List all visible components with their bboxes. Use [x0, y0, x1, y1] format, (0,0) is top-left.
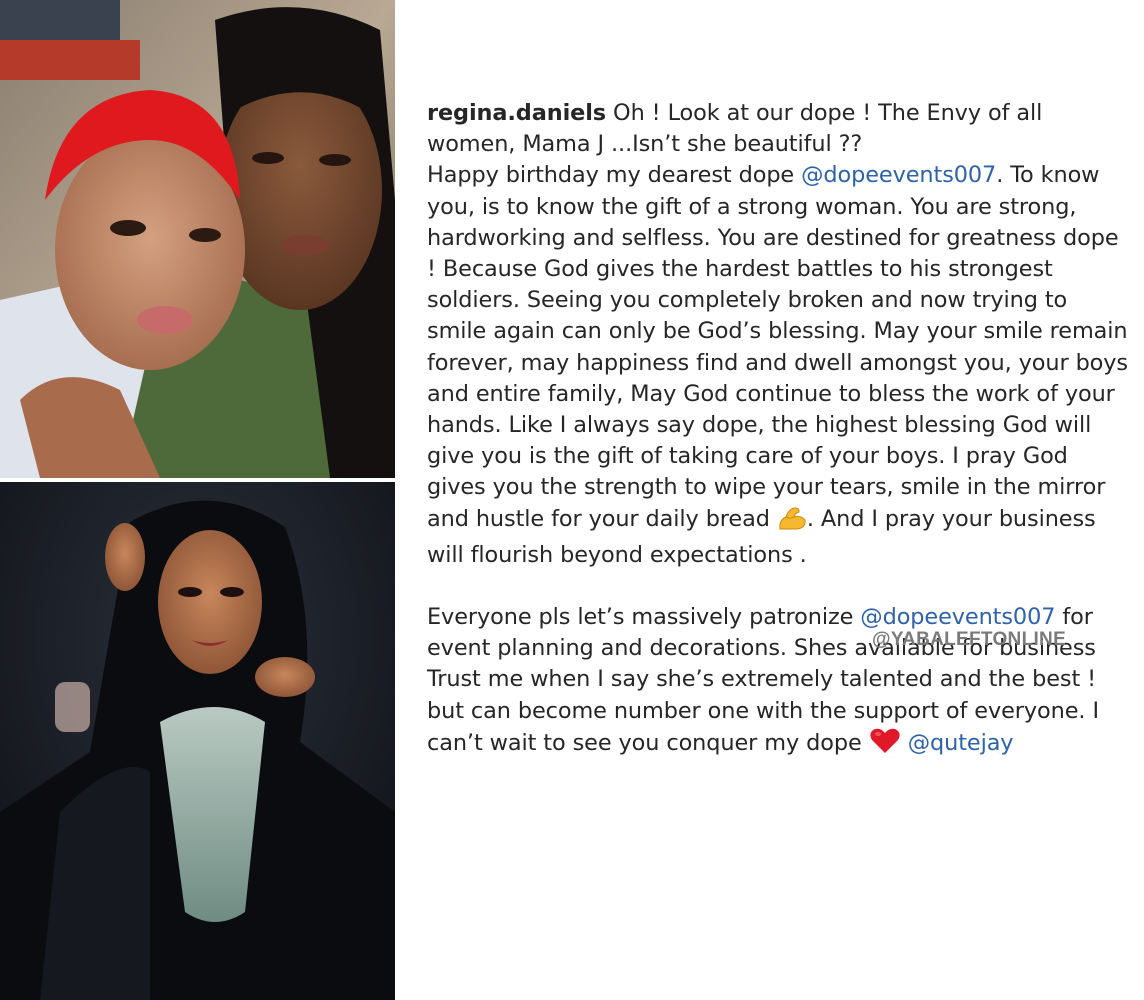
bottom-photo-portrait: [0, 482, 395, 1000]
flexed-biceps-icon: [777, 505, 807, 540]
caption-paragraph-intro: regina.daniels Oh ! Look at our dope ! T…: [427, 98, 1132, 160]
caption-paragraph-promo: Everyone pls let’s massively patronize @…: [427, 602, 1132, 764]
top-photo-selfie: [0, 0, 395, 478]
mention-link-dopeevents[interactable]: @dopeevents007: [801, 162, 996, 188]
mention-link-dopeevents[interactable]: @dopeevents007: [860, 604, 1055, 630]
caption-text: Happy birthday my dearest dope: [427, 162, 802, 189]
post-caption: regina.daniels Oh ! Look at our dope ! T…: [427, 98, 1132, 764]
caption-text: Everyone pls let’s massively patronize: [427, 604, 861, 631]
caption-text: . To know you, is to know the gift of a …: [427, 162, 1128, 532]
caption-paragraph-birthday: Happy birthday my dearest dope @dopeeven…: [427, 160, 1132, 571]
username-link[interactable]: regina.daniels: [427, 100, 606, 126]
mention-link-qutejay[interactable]: @qutejay: [908, 730, 1014, 756]
watermark-text: @YABALEFTONLINE: [872, 629, 1067, 650]
red-heart-icon: [869, 727, 901, 764]
